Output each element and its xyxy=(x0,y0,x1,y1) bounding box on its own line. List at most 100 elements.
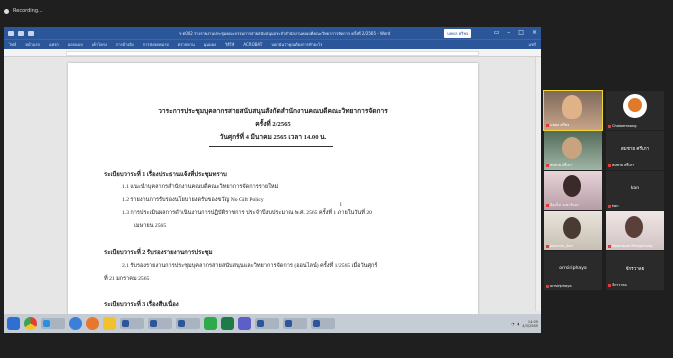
tab-review[interactable]: ตรวจทาน xyxy=(178,41,195,48)
doc-title-line3: วันศุกร์ที่ 4 มีนาคม 2565 เวลา 14.00 น. xyxy=(219,134,327,141)
word-window: ร-ต002 ร่างรายงานประชุมคณะกรรมการสายสนับ… xyxy=(4,27,541,333)
participant-name: Chaloemsong xyxy=(608,124,637,128)
document-page[interactable]: วาระการประชุมบุคลากรสายสนับสนุนสังกัดสำน… xyxy=(68,63,478,333)
participant-name: Jasumin_Sari xyxy=(546,244,573,248)
recording-indicator: Recording... xyxy=(4,8,43,14)
undo-icon[interactable] xyxy=(18,30,24,36)
tab-design[interactable]: ออกแบบ xyxy=(68,41,83,48)
participant-name: สมชาย ศรีเภา xyxy=(546,162,572,168)
participant-video xyxy=(563,217,581,239)
title-divider xyxy=(209,146,333,147)
window-controls: ▭ – □ × xyxy=(494,29,537,36)
excel-icon[interactable] xyxy=(221,317,234,330)
participant-display-name: orrsiriphaya xyxy=(559,266,587,271)
taskbar-app-5[interactable] xyxy=(255,318,279,329)
participant-tile-2[interactable]: Chaloemsong xyxy=(606,91,664,130)
line-icon[interactable] xyxy=(204,317,217,330)
chrome-icon[interactable] xyxy=(24,317,37,330)
quick-access-toolbar xyxy=(8,30,34,36)
network-icon[interactable]: ◔ xyxy=(511,322,514,326)
windows-start-icon[interactable] xyxy=(7,317,20,330)
teams-icon[interactable] xyxy=(238,317,251,330)
tab-help[interactable]: วิธีใช้ xyxy=(225,41,234,48)
participant-tile-10[interactable]: จักรวาลย จักรวาลย xyxy=(606,251,664,290)
mic-muted-icon xyxy=(608,163,611,167)
agenda-item-1-1: 1.1 แนะนำบุคลากรสำนักงานคณบดีคณะวิทยาการ… xyxy=(122,184,279,190)
participant-display-name: จักรวาลย xyxy=(625,267,645,272)
maximize-icon[interactable]: □ xyxy=(518,29,524,36)
taskbar-app-3[interactable] xyxy=(148,318,172,329)
taskbar: ◔ ◖ 14:09 4/3/2565 xyxy=(4,314,541,333)
participant-video xyxy=(562,137,582,159)
recording-label: Recording... xyxy=(13,8,43,14)
agenda-3-heading: ระเบียบวาระที่ 3 เรื่องสืบเนื่อง xyxy=(104,302,179,308)
tab-view[interactable]: มุมมอง xyxy=(204,41,216,48)
tell-me-search[interactable]: บอกฉันว่าคุณต้องการทำอะไร xyxy=(271,41,322,48)
taskbar-app-4[interactable] xyxy=(176,318,200,329)
agenda-item-1-3-cont: เมษายน 2565 xyxy=(134,223,167,229)
mic-muted-icon xyxy=(546,163,549,167)
save-icon[interactable] xyxy=(8,30,14,36)
taskbar-app-1[interactable] xyxy=(41,318,65,329)
title-bar: ร-ต002 ร่างรายงานประชุมคณะกรรมการสายสนับ… xyxy=(4,27,541,39)
vertical-scrollbar[interactable] xyxy=(535,57,541,311)
mic-muted-icon xyxy=(608,124,611,128)
agenda-2-heading: ระเบียบวาระที่ 2 รับรองรายงานการประชุม xyxy=(104,250,213,256)
signin-button[interactable]: นพดล ศรีพจ xyxy=(444,29,472,38)
participant-name: อ้อมไม่ ระตะวันนา xyxy=(546,202,579,208)
agenda-item-1-2: 1.2 รายงานการรับรองนโยบายงดรับของขวัญ No… xyxy=(122,197,264,203)
folder-icon[interactable] xyxy=(103,317,116,330)
avatar xyxy=(623,94,647,118)
tab-references[interactable]: การอ้างอิง xyxy=(116,41,134,48)
taskbar-app-2[interactable] xyxy=(120,318,144,329)
minimize-icon[interactable]: – xyxy=(507,29,510,36)
agenda-item-2-1-cont: ที่ 21 มกราคม 2565 xyxy=(104,276,150,282)
tab-file[interactable]: ไฟล์ xyxy=(9,41,16,48)
participant-name: นพดล ศรีพจ xyxy=(546,122,569,128)
doc-title-line2: ครั้งที่ 2/2565 xyxy=(255,121,291,128)
taskbar-app-6[interactable] xyxy=(283,318,307,329)
volume-icon[interactable]: ◖ xyxy=(517,322,519,326)
tray-date[interactable]: 4/3/2565 xyxy=(522,324,538,328)
tab-acrobat[interactable]: ACROBAT xyxy=(243,42,262,47)
ribbon-tabs: ไฟล์ หน้าแรก แทรก ออกแบบ เค้าโครง การอ้า… xyxy=(4,39,541,49)
document-area[interactable]: วาระการประชุมบุคลากรสายสนับสนุนสังกัดสำน… xyxy=(4,57,541,333)
taskbar-app-7[interactable] xyxy=(311,318,335,329)
mic-muted-icon xyxy=(608,244,611,248)
participant-tile-1[interactable]: นพดล ศรีพจ xyxy=(543,90,603,131)
record-icon xyxy=(4,8,9,14)
app-orange-icon[interactable] xyxy=(86,317,99,330)
redo-icon[interactable] xyxy=(28,30,34,36)
mic-muted-icon xyxy=(608,204,611,208)
participant-tile-9[interactable]: orrsiriphaya orrsiriphaya xyxy=(544,251,602,290)
tab-layout[interactable]: เค้าโครง xyxy=(92,41,107,48)
participant-display-name: สมชาย ศรีเภา xyxy=(620,147,650,152)
agenda-item-1-3: 1.3 การประเมินผลการดำเนินงานการปฏิบัติรา… xyxy=(122,210,372,216)
participant-name: จักรวาลย xyxy=(608,282,627,288)
text-cursor-icon: I xyxy=(340,203,342,208)
participant-tile-8[interactable]: Namnsom Mongkhong xyxy=(606,211,664,250)
participant-name: orrsiriphaya xyxy=(546,284,572,288)
participant-tile-5[interactable]: อ้อมไม่ ระตะวันนา xyxy=(544,171,602,210)
doc-title-line1: วาระการประชุมบุคลากรสายสนับสนุนสังกัดสำน… xyxy=(158,108,388,115)
participant-video xyxy=(562,95,582,119)
tab-insert[interactable]: แทรก xyxy=(49,41,59,48)
agenda-1-heading: ระเบียบวาระที่ 1 เรื่องประธานแจ้งที่ประช… xyxy=(104,172,227,178)
participant-video xyxy=(563,175,581,197)
participant-tile-7[interactable]: Jasumin_Sari xyxy=(544,211,602,250)
edge-icon[interactable] xyxy=(69,317,82,330)
window-title: ร-ต002 ร่างรายงานประชุมคณะกรรมการสายสนับ… xyxy=(179,31,391,36)
agenda-item-2-1: 2.1 รับรองรายงานการประชุมบุคลากรสายสนับส… xyxy=(122,263,378,269)
mic-muted-icon xyxy=(546,284,549,288)
participant-tile-6[interactable]: kan kan xyxy=(606,171,664,210)
close-icon[interactable]: × xyxy=(532,29,537,36)
mic-muted-icon xyxy=(546,203,549,207)
horizontal-ruler xyxy=(4,49,541,57)
participant-tile-4[interactable]: สมชาย ศรีเภา สมชาย ศรีเภา xyxy=(606,131,664,170)
mic-muted-icon xyxy=(546,244,549,248)
ribbon-options-icon[interactable]: ▭ xyxy=(494,29,500,36)
participant-tile-3[interactable]: สมชาย ศรีเภา xyxy=(544,131,602,170)
share-button[interactable]: แชร์ xyxy=(529,41,536,48)
tab-mailings[interactable]: การส่งจดหมาย xyxy=(143,41,169,48)
tab-home[interactable]: หน้าแรก xyxy=(25,41,40,48)
